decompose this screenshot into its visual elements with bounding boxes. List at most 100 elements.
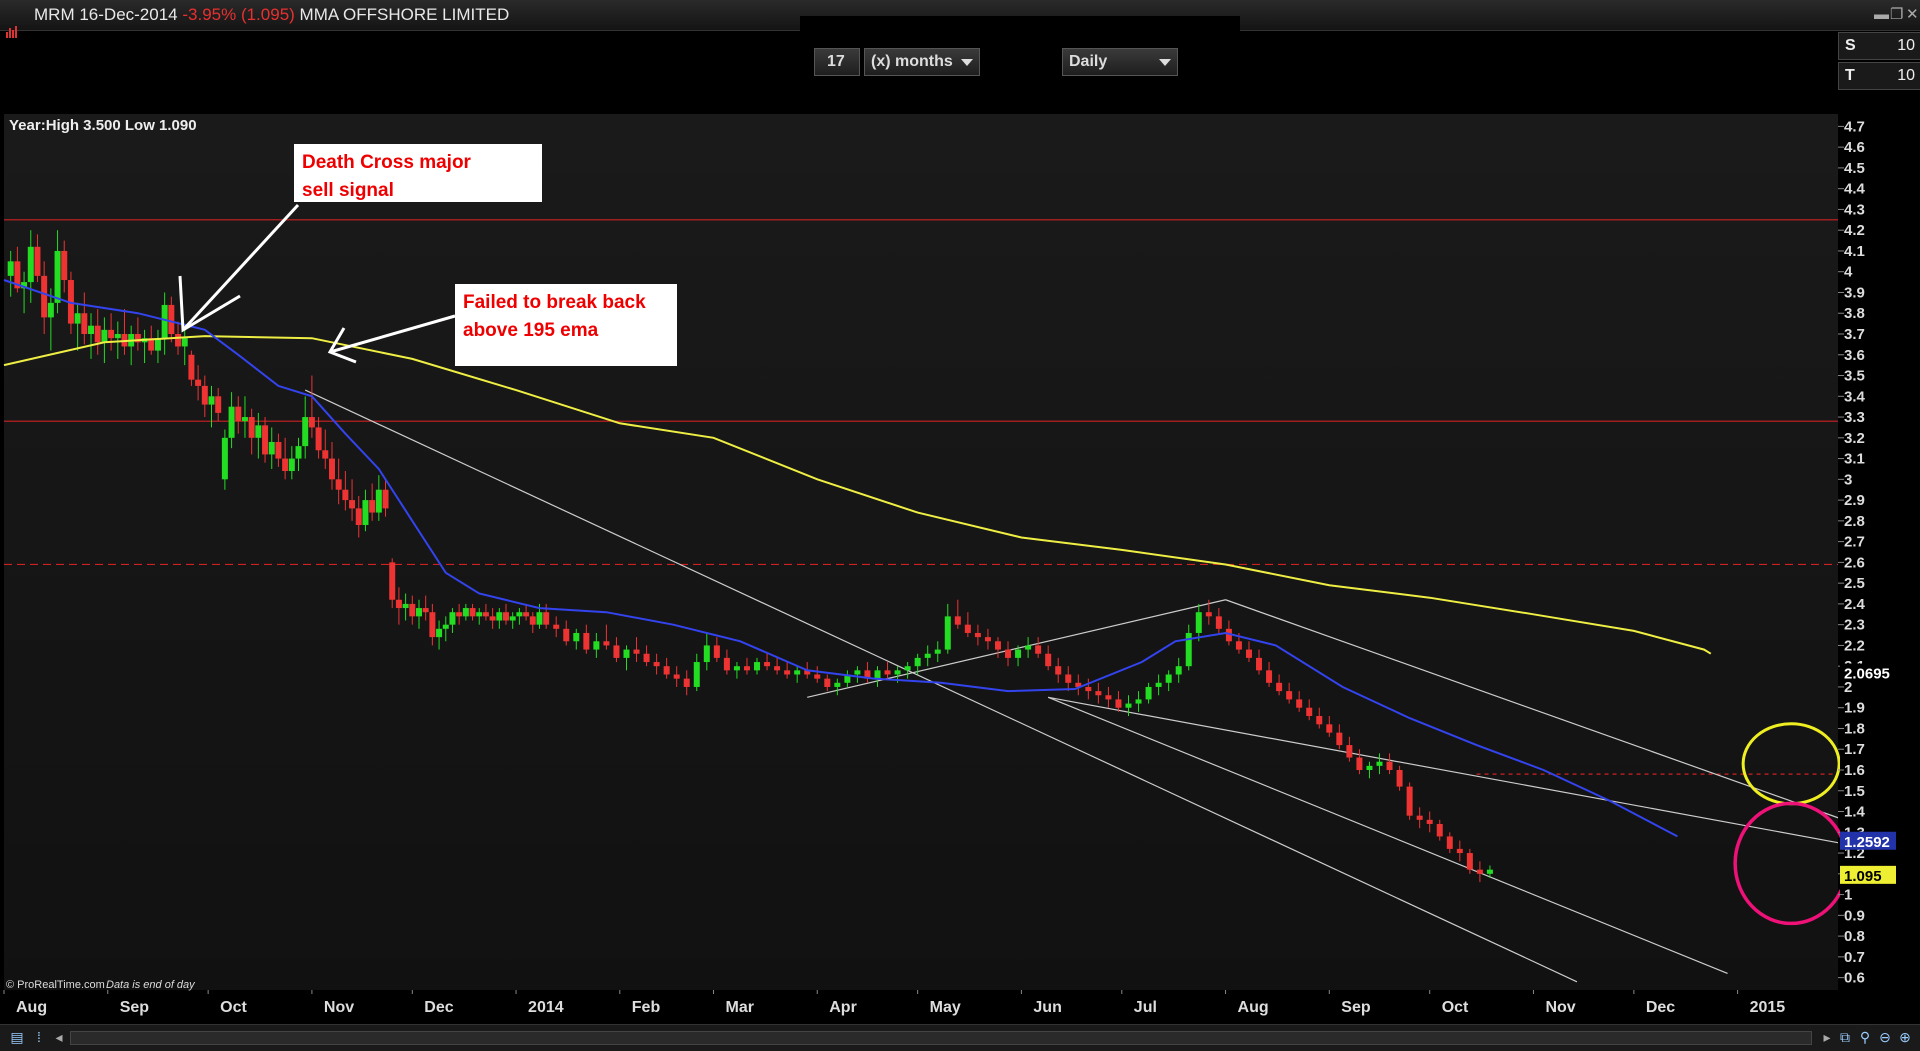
candle-body xyxy=(215,396,222,413)
candle-body xyxy=(1446,836,1453,849)
candle-body xyxy=(703,645,710,663)
x-tick-label: May xyxy=(930,999,961,1016)
candle-body xyxy=(94,325,101,343)
candle-body xyxy=(954,616,961,625)
period-value-stepper[interactable]: 17 xyxy=(814,48,860,76)
period-unit: (x) months xyxy=(871,53,953,70)
candle-body xyxy=(593,641,600,650)
candle-body xyxy=(255,425,262,438)
chevron-down-icon xyxy=(1159,59,1171,66)
candle-body xyxy=(573,632,580,642)
candle-body xyxy=(516,612,523,617)
candle-body xyxy=(88,325,95,334)
y-tick-label: 3.9 xyxy=(1844,284,1865,301)
candle-body xyxy=(422,608,429,613)
t-value: 10 xyxy=(1897,67,1915,84)
candle-body xyxy=(503,612,510,621)
x-tick-label: Jul xyxy=(1134,999,1157,1016)
x-tick-label: Feb xyxy=(632,999,661,1016)
candle-body xyxy=(362,500,369,526)
y-tick-label: 2.2 xyxy=(1844,637,1865,654)
y-tick-label: 2.5 xyxy=(1844,575,1865,592)
candle-body xyxy=(1416,815,1423,820)
candle-body xyxy=(81,313,88,334)
candle-body xyxy=(328,458,335,480)
scroll-track[interactable] xyxy=(70,1031,1812,1045)
y-tick-label: 2.4 xyxy=(1844,596,1866,613)
settings-icon[interactable]: ▤ xyxy=(8,1028,26,1046)
candle-body xyxy=(1396,770,1403,787)
candle-body xyxy=(315,427,322,451)
candle-body xyxy=(1456,848,1463,854)
zoom-out-icon[interactable]: ⊖ xyxy=(1876,1028,1894,1046)
candle-body xyxy=(308,417,315,428)
candle-body xyxy=(181,338,188,347)
zoom-in-icon[interactable]: ⊕ xyxy=(1896,1028,1914,1046)
candle-body xyxy=(1486,869,1493,874)
scroll-right-icon[interactable]: ▸ xyxy=(1818,1028,1836,1046)
candle-body xyxy=(1005,649,1012,658)
candle-body xyxy=(764,662,771,667)
candle-body xyxy=(1256,657,1263,671)
failed-break-note: Failed to break back above 195 ema xyxy=(455,284,677,366)
x-tick-label: Dec xyxy=(424,999,453,1016)
candle-body xyxy=(382,489,389,509)
candle-body xyxy=(523,612,530,617)
x-tick-label: Oct xyxy=(220,999,247,1016)
y-tick-label: 2.9 xyxy=(1844,492,1865,509)
candle-body xyxy=(924,653,931,658)
failed-break-note-line: Failed to break back xyxy=(463,292,646,313)
candle-body xyxy=(442,624,449,629)
candle-body xyxy=(1115,699,1122,708)
candle-body xyxy=(114,334,121,339)
y-tick-label: 2.7 xyxy=(1844,534,1865,551)
y-tick-label: 1.8 xyxy=(1844,720,1865,737)
candle-body xyxy=(613,645,620,658)
candle-body xyxy=(1386,761,1393,770)
scroll-left-icon[interactable]: ◂ xyxy=(50,1028,68,1046)
chevron-down-icon xyxy=(961,59,973,66)
price-label-text: 1.095 xyxy=(1844,868,1882,885)
candle-body xyxy=(1366,765,1373,770)
candle-body xyxy=(723,657,730,671)
candle-body xyxy=(1165,674,1172,683)
y-tick-label: 0.6 xyxy=(1844,970,1865,987)
candle-body xyxy=(934,649,941,654)
y-tick-label: 1.6 xyxy=(1844,762,1865,779)
y-tick-label: 2.6 xyxy=(1844,554,1865,571)
candle-body xyxy=(1065,674,1072,683)
candle-body xyxy=(1296,699,1303,708)
y-tick-label: 4.6 xyxy=(1844,139,1865,156)
y-tick-label: 2.8 xyxy=(1844,513,1865,530)
t-field[interactable]: T 10 xyxy=(1838,62,1920,90)
candle-body xyxy=(713,645,720,658)
zoom-tool-icon[interactable]: ⚲ xyxy=(1856,1028,1874,1046)
candle-body xyxy=(1015,649,1022,658)
candle-body xyxy=(369,500,376,513)
candle-body xyxy=(482,612,489,617)
x-tick-label: 2015 xyxy=(1750,999,1786,1016)
candle-body xyxy=(784,670,791,675)
candle-body xyxy=(228,406,235,438)
candle-body xyxy=(643,653,650,663)
x-tick-label: Nov xyxy=(324,999,354,1016)
y-tick-label: 0.8 xyxy=(1844,928,1865,945)
s-field[interactable]: S 10 xyxy=(1838,32,1920,60)
candle-body xyxy=(683,678,690,687)
candle-body xyxy=(673,674,680,679)
s-label: S xyxy=(1845,37,1856,54)
candle-body xyxy=(1135,699,1142,704)
period-unit-select[interactable]: (x) months xyxy=(864,48,980,76)
price-chart[interactable]: Death Cross major sell signal Failed to br… xyxy=(0,0,1920,1050)
fit-icon[interactable]: ⧉ xyxy=(1836,1028,1854,1046)
candle-body xyxy=(1145,686,1152,700)
candle-body xyxy=(34,246,41,276)
candle-body xyxy=(248,417,255,438)
candle-body xyxy=(429,612,436,638)
grid-icon[interactable]: ⁞ xyxy=(30,1028,48,1046)
scrollbar[interactable]: ▤ ⁞ ◂ ▸ ⧉ ⚲ ⊖ ⊕ xyxy=(0,1024,1920,1051)
candle-body xyxy=(241,417,248,422)
candle-body xyxy=(536,612,543,625)
candle-body xyxy=(754,662,761,671)
interval-select[interactable]: Daily xyxy=(1062,48,1178,76)
